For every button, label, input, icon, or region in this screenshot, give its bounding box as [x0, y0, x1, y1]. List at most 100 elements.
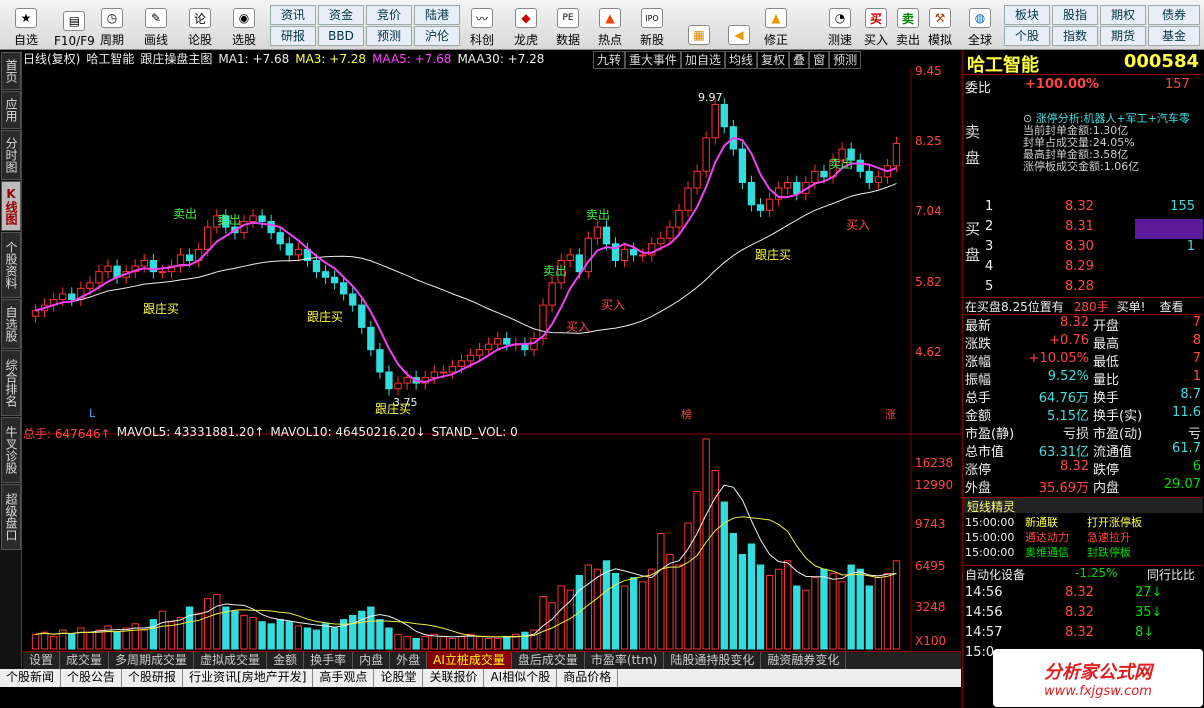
- candle[interactable]: [394, 382, 402, 390]
- candle[interactable]: [856, 159, 864, 172]
- volume-bar[interactable]: [602, 560, 611, 650]
- bbd-chip[interactable]: BBD: [318, 26, 364, 46]
- volume-bar[interactable]: [874, 577, 883, 650]
- volume-bar[interactable]: [412, 638, 420, 650]
- volume-bar[interactable]: [349, 614, 357, 650]
- volume-bar[interactable]: [793, 585, 801, 650]
- candle[interactable]: [575, 254, 583, 273]
- volume-bar[interactable]: [176, 617, 185, 650]
- volume-bar[interactable]: [639, 581, 647, 650]
- volume-bar[interactable]: [883, 572, 892, 650]
- candle[interactable]: [684, 187, 692, 211]
- volume-bar[interactable]: [77, 627, 85, 650]
- sprite-item[interactable]: 15:00:00 奥维通信 封跌停板: [965, 545, 1203, 560]
- shanghai-london-chip[interactable]: 沪伦: [414, 26, 460, 46]
- sprite-title[interactable]: 短线精灵: [963, 497, 1203, 514]
- volume-bar[interactable]: [675, 564, 683, 650]
- layout-button[interactable]: ▦: [688, 2, 710, 48]
- volume-bar[interactable]: [231, 610, 239, 650]
- tab-settings[interactable]: 设置: [23, 652, 61, 669]
- volume-bar[interactable]: [330, 627, 339, 650]
- volume-bar[interactable]: [448, 638, 457, 650]
- candle[interactable]: [376, 349, 384, 373]
- info-ai-similar[interactable]: AI相似个股: [484, 669, 558, 687]
- candle[interactable]: [31, 310, 40, 317]
- volume-bar[interactable]: [738, 554, 747, 650]
- tab-turnover[interactable]: 换手率: [304, 652, 354, 669]
- discuss-button[interactable]: 论论股: [188, 2, 212, 48]
- candle[interactable]: [339, 282, 348, 295]
- nav-apps[interactable]: 应用: [1, 91, 21, 129]
- candle[interactable]: [358, 304, 366, 328]
- candle[interactable]: [865, 170, 873, 183]
- volume-bar[interactable]: [557, 585, 565, 650]
- sprite-item[interactable]: 15:00:00 通达动力 急速拉升: [965, 530, 1203, 545]
- auction-chip[interactable]: 竞价: [366, 5, 412, 25]
- hk-connect-chip[interactable]: 陆港: [414, 5, 460, 25]
- volume-bar[interactable]: [86, 631, 94, 650]
- volume-bar[interactable]: [104, 625, 112, 650]
- volume-bar[interactable]: [747, 543, 756, 650]
- candle[interactable]: [811, 170, 819, 183]
- volume-bar[interactable]: [113, 631, 121, 650]
- candle[interactable]: [711, 103, 719, 139]
- candle[interactable]: [448, 365, 457, 373]
- candle[interactable]: [367, 326, 375, 351]
- nav-kline[interactable]: K线图: [1, 181, 21, 231]
- f10-button[interactable]: ▤ F10/F9: [54, 2, 95, 48]
- candle[interactable]: [892, 142, 901, 167]
- candle[interactable]: [693, 170, 701, 189]
- dragon-tiger-button[interactable]: ◆ 龙虎: [514, 2, 538, 48]
- candle[interactable]: [784, 181, 792, 189]
- info-commodity[interactable]: 商品价格: [557, 669, 619, 687]
- nav-intraday[interactable]: 分时图: [1, 130, 21, 180]
- candle[interactable]: [747, 181, 756, 206]
- volume-bar[interactable]: [856, 568, 864, 650]
- candle[interactable]: [484, 343, 493, 351]
- candle[interactable]: [294, 248, 303, 256]
- info-experts[interactable]: 高手观点: [313, 669, 375, 687]
- volume-bar[interactable]: [321, 623, 330, 650]
- draw-line-button[interactable]: ✎ 画线: [144, 2, 168, 48]
- candle[interactable]: [403, 377, 411, 384]
- info-news[interactable]: 个股新闻: [0, 669, 62, 687]
- buy-button[interactable]: 买买入: [864, 2, 888, 48]
- volume-bar[interactable]: [358, 610, 366, 650]
- tab-multi-volume[interactable]: 多周期成交量: [109, 652, 195, 669]
- sector-chip[interactable]: 板块: [1004, 5, 1050, 25]
- data-button[interactable]: PE 数据: [556, 2, 580, 48]
- bond-chip[interactable]: 债券: [1148, 5, 1200, 25]
- candle[interactable]: [276, 232, 284, 245]
- volume-bar[interactable]: [503, 635, 511, 650]
- ipo-button[interactable]: IPO 新股: [640, 2, 664, 48]
- candle[interactable]: [249, 215, 257, 222]
- volume-bar[interactable]: [40, 631, 49, 650]
- candle[interactable]: [639, 254, 647, 257]
- options-chip[interactable]: 期权: [1100, 5, 1146, 25]
- volume-bar[interactable]: [267, 623, 275, 650]
- volume-bar[interactable]: [693, 491, 701, 650]
- volume-bar[interactable]: [222, 606, 230, 650]
- volume-bar[interactable]: [403, 635, 411, 650]
- candle[interactable]: [765, 198, 774, 211]
- candle[interactable]: [312, 260, 321, 273]
- candle[interactable]: [738, 148, 747, 183]
- volume-bar[interactable]: [240, 614, 248, 650]
- volume-bar[interactable]: [838, 581, 846, 650]
- volume-bar[interactable]: [684, 522, 692, 650]
- volume-bar[interactable]: [158, 610, 167, 650]
- tab-pe[interactable]: 市盈率(ttm): [585, 652, 665, 669]
- candle[interactable]: [503, 338, 511, 345]
- candle[interactable]: [185, 254, 194, 262]
- speed-test-button[interactable]: ◔ 测速: [828, 2, 852, 48]
- volume-bar[interactable]: [539, 596, 547, 650]
- candle[interactable]: [95, 271, 103, 284]
- volume-bar[interactable]: [811, 577, 819, 650]
- tab-after-volume[interactable]: 盘后成交量: [512, 652, 585, 669]
- candle[interactable]: [720, 103, 728, 128]
- volume-bar[interactable]: [31, 633, 40, 650]
- volume-bar[interactable]: [258, 621, 266, 650]
- forecast-chip[interactable]: 预测: [366, 26, 412, 46]
- tab-virtual-volume[interactable]: 虚拟成交量: [194, 652, 268, 669]
- volume-bar[interactable]: [421, 635, 429, 650]
